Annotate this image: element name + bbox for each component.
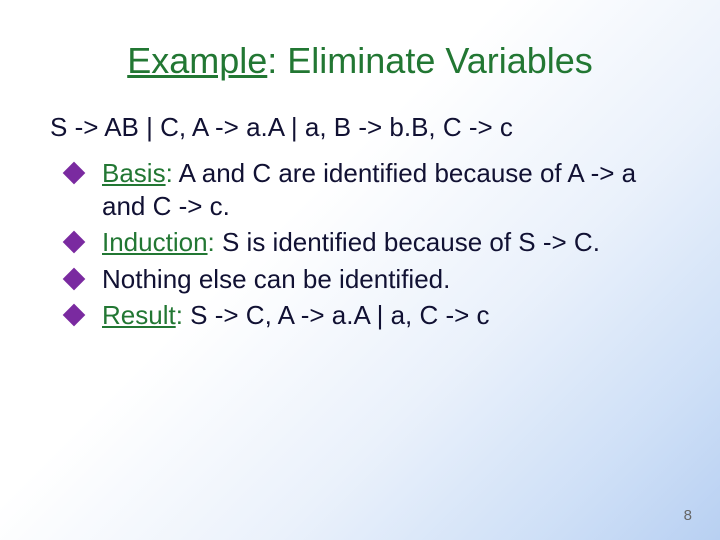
list-item: Induction: S is identified because of S … <box>60 226 670 259</box>
bullet-lead-ul: Basis <box>102 158 166 188</box>
page-number: 8 <box>684 507 692 524</box>
list-item: Result: S -> C, A -> a.A | a, C -> c <box>60 299 670 332</box>
title-underlined: Example <box>127 40 267 81</box>
list-item: Nothing else can be identified. <box>60 263 670 296</box>
bullet-lead-rest: : <box>208 227 215 257</box>
bullet-text: S is identified because of S -> C. <box>215 227 600 257</box>
bullet-lead-rest: : <box>166 158 173 188</box>
grammar-line: S -> AB | C, A -> a.A | a, B -> b.B, C -… <box>50 112 670 143</box>
bullet-lead-ul: Induction <box>102 227 208 257</box>
title-rest: : Eliminate Variables <box>267 40 592 81</box>
bullet-list: Basis: A and C are identified because of… <box>60 157 670 332</box>
bullet-icon <box>63 231 86 254</box>
list-item: Basis: A and C are identified because of… <box>60 157 670 222</box>
bullet-text: Nothing else can be identified. <box>102 264 450 294</box>
bullet-lead-ul: Result <box>102 300 176 330</box>
bullet-text: S -> C, A -> a.A | a, C -> c <box>183 300 490 330</box>
bullet-icon <box>63 304 86 327</box>
slide-title: Example: Eliminate Variables <box>50 40 670 82</box>
bullet-icon <box>63 267 86 290</box>
bullet-text: A and C are identified because of A -> a… <box>102 158 636 221</box>
bullet-lead-rest: : <box>176 300 183 330</box>
bullet-icon <box>63 162 86 185</box>
slide: Example: Eliminate Variables S -> AB | C… <box>0 0 720 540</box>
